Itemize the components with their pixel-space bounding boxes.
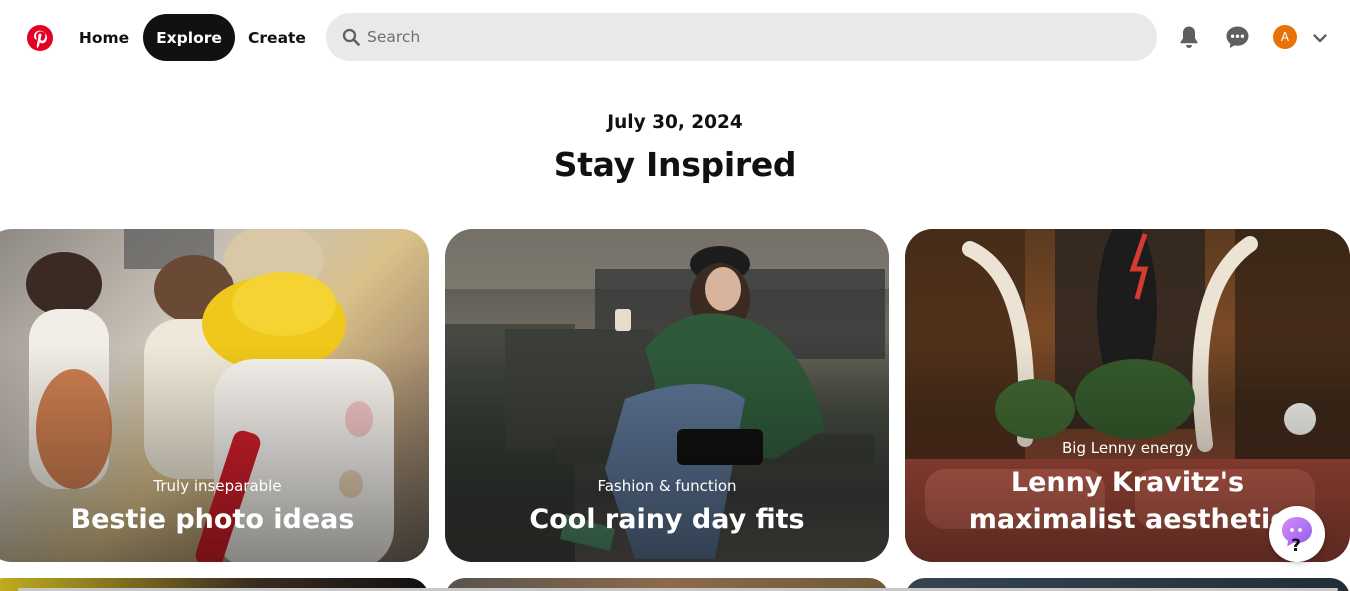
bell-icon xyxy=(1180,26,1198,48)
page-date: July 30, 2024 xyxy=(607,112,743,133)
page-title: Stay Inspired xyxy=(553,145,797,184)
card-title: Bestie photo ideas xyxy=(70,504,355,535)
top-navigation-bar: Home Explore Create A xyxy=(0,0,1350,78)
card-subtitle: Fashion & function xyxy=(597,477,737,495)
search-input[interactable] xyxy=(367,28,1127,46)
card-subtitle: Big Lenny energy xyxy=(1062,439,1193,457)
card-subtitle: Truly inseparable xyxy=(153,477,282,495)
search-icon xyxy=(342,28,360,46)
pinterest-logo-icon[interactable] xyxy=(26,24,54,52)
messages-button[interactable] xyxy=(1220,20,1254,54)
search-bar[interactable] xyxy=(326,13,1157,61)
svg-text:?: ? xyxy=(1291,536,1301,554)
help-icon: ? xyxy=(1282,517,1312,554)
card-title: Cool rainy day fits xyxy=(529,504,805,535)
nav-create[interactable]: Create xyxy=(241,14,313,61)
explore-card-rainy-fits[interactable]: Fashion & function Cool rainy day fits xyxy=(445,229,889,562)
help-button[interactable]: ? xyxy=(1269,506,1325,562)
nav-home[interactable]: Home xyxy=(66,14,142,61)
nav-explore[interactable]: Explore xyxy=(143,14,235,61)
avatar[interactable]: A xyxy=(1273,25,1297,49)
explore-card-bestie[interactable]: Truly inseparable Bestie photo ideas xyxy=(0,229,429,562)
chat-icon xyxy=(1226,26,1248,48)
notifications-button[interactable] xyxy=(1172,20,1206,54)
chevron-down-icon[interactable] xyxy=(1311,29,1329,47)
card-title: Lenny Kravitz's maximalist aesthetic xyxy=(968,467,1287,535)
